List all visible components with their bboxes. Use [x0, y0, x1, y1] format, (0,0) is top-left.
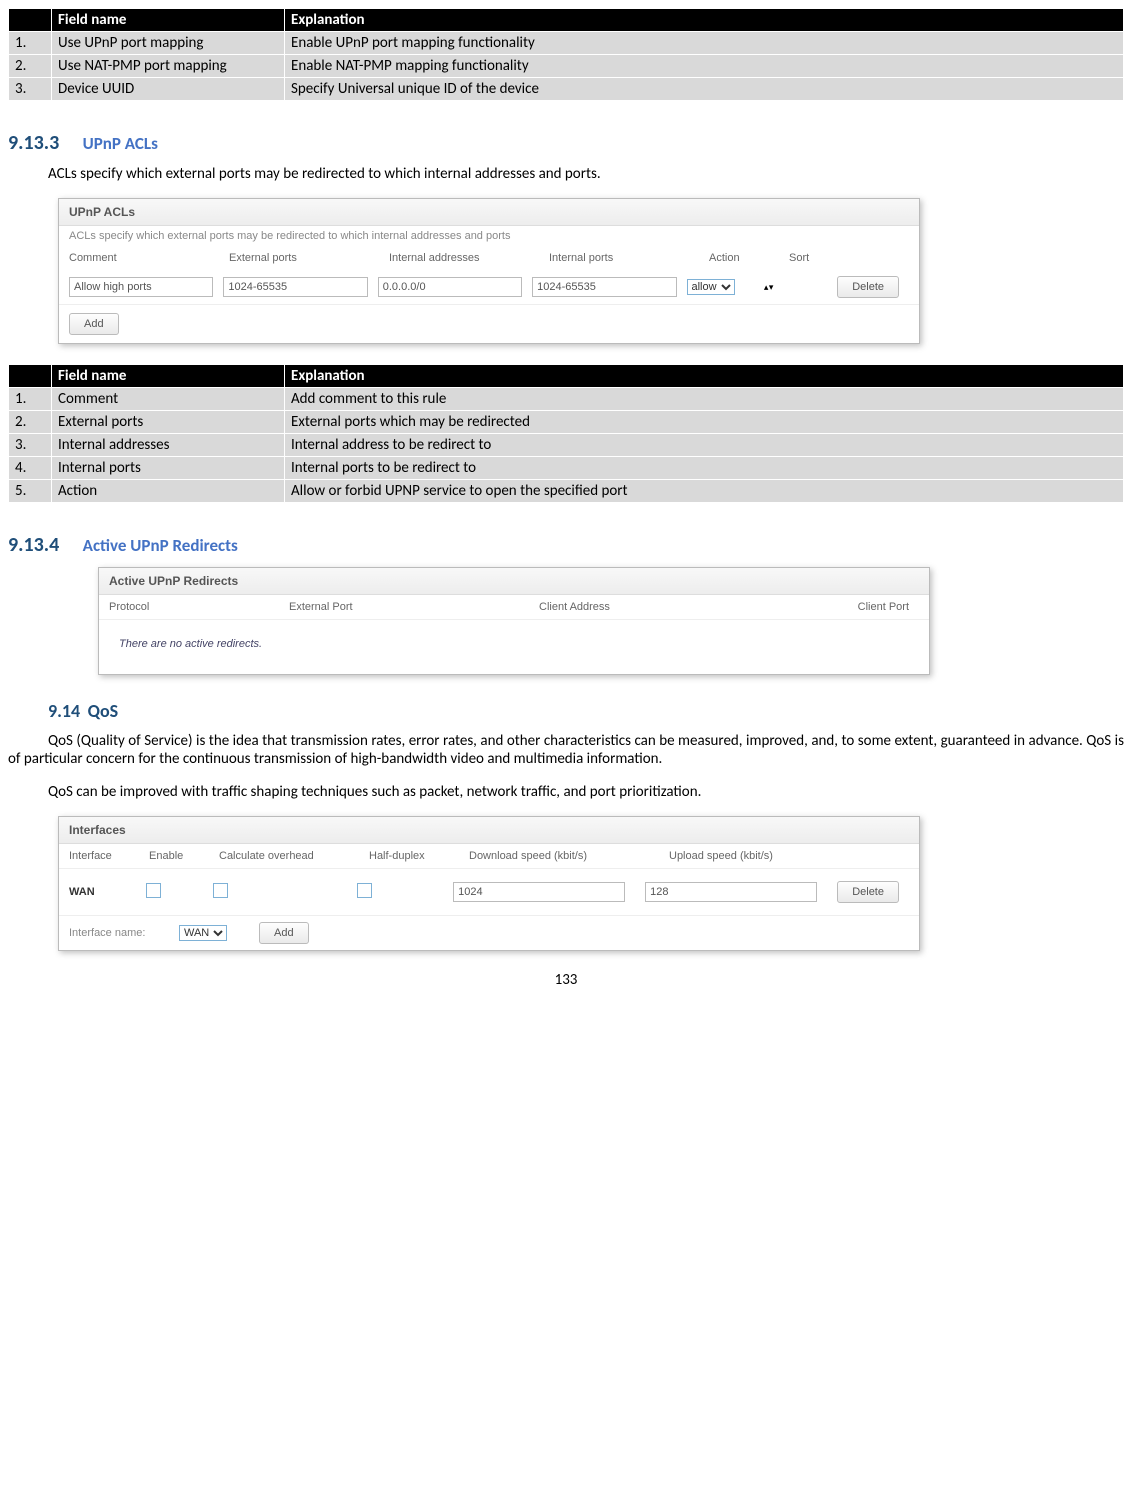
row-name: Device UUID	[52, 78, 285, 101]
panel-title: Interfaces	[59, 817, 919, 844]
overhead-checkbox[interactable]	[213, 883, 228, 898]
iface-name: WAN	[69, 886, 146, 898]
row-exp: Internal ports to be redirect to	[285, 457, 1124, 480]
col-dlspeed: Download speed (kbit/s)	[469, 850, 669, 862]
internal-addresses-input[interactable]	[378, 277, 522, 297]
add-button[interactable]: Add	[69, 313, 119, 335]
col-intaddr: Internal addresses	[389, 252, 549, 264]
section-title: QoS	[88, 700, 119, 722]
row-num: 4.	[9, 457, 52, 480]
upload-speed-input[interactable]	[645, 882, 817, 902]
row-name: Action	[52, 480, 285, 503]
col-halfduplex: Half-duplex	[369, 850, 469, 862]
col-extports: External ports	[229, 252, 389, 264]
section-title: Active UPnP Redirects	[83, 535, 238, 556]
table-row: 2. Use NAT-PMP port mapping Enable NAT-P…	[9, 55, 1124, 78]
col-clientport: Client Port	[809, 601, 919, 613]
sort-arrows-icon[interactable]: ▴ ▾	[764, 282, 773, 292]
table-row: 2. External ports External ports which m…	[9, 411, 1124, 434]
th-explanation: Explanation	[285, 365, 1124, 388]
col-intports: Internal ports	[549, 252, 709, 264]
delete-button[interactable]: Delete	[837, 881, 899, 903]
interfaces-panel: Interfaces Interface Enable Calculate ov…	[58, 816, 920, 951]
row-num: 5.	[9, 480, 52, 503]
row-name: External ports	[52, 411, 285, 434]
section-heading-major: 9.14 QoS	[48, 700, 1124, 722]
th-fieldname: Field name	[52, 9, 285, 32]
col-sort: Sort	[789, 252, 849, 264]
row-num: 1.	[9, 32, 52, 55]
section-heading: 9.13.3 UPnP ACLs	[8, 131, 1124, 155]
col-protocol: Protocol	[109, 601, 289, 613]
panel-title: UPnP ACLs	[59, 199, 919, 226]
row-exp: Allow or forbid UPNP service to open the…	[285, 480, 1124, 503]
row-num: 1.	[9, 388, 52, 411]
row-exp: Add comment to this rule	[285, 388, 1124, 411]
delete-button[interactable]: Delete	[837, 276, 899, 298]
upnp-acls-panel: UPnP ACLs ACLs specify which external po…	[58, 198, 920, 344]
external-ports-input[interactable]	[223, 277, 367, 297]
table-row: 5. Action Allow or forbid UPNP service t…	[9, 480, 1124, 503]
row-name: Use UPnP port mapping	[52, 32, 285, 55]
row-exp: Specify Universal unique ID of the devic…	[285, 78, 1124, 101]
row-name: Internal addresses	[52, 434, 285, 457]
col-interface: Interface	[69, 850, 149, 862]
row-exp: Enable UPnP port mapping functionality	[285, 32, 1124, 55]
download-speed-input[interactable]	[453, 882, 625, 902]
field-table-acls: Field name Explanation 1. Comment Add co…	[8, 364, 1124, 503]
th-num	[9, 9, 52, 32]
row-exp: Enable NAT-PMP mapping functionality	[285, 55, 1124, 78]
row-num: 2.	[9, 55, 52, 78]
internal-ports-input[interactable]	[532, 277, 676, 297]
col-extport: External Port	[289, 601, 539, 613]
row-num: 2.	[9, 411, 52, 434]
iface-name-label: Interface name:	[69, 927, 179, 939]
section-number: 9.13.4	[8, 533, 59, 557]
paragraph: ACLs specify which external ports may be…	[8, 165, 1124, 183]
add-button[interactable]: Add	[259, 922, 309, 944]
row-num: 3.	[9, 78, 52, 101]
row-name: Internal ports	[52, 457, 285, 480]
enable-checkbox[interactable]	[146, 883, 161, 898]
comment-input[interactable]	[69, 277, 213, 297]
th-num	[9, 365, 52, 388]
field-table-upnp: Field name Explanation 1. Use UPnP port …	[8, 8, 1124, 101]
panel-subtitle: ACLs specify which external ports may be…	[59, 226, 919, 246]
paragraph: QoS (Quality of Service) is the idea tha…	[8, 732, 1124, 768]
table-row: 3. Internal addresses Internal address t…	[9, 434, 1124, 457]
section-number: 9.14	[48, 700, 80, 722]
col-action: Action	[709, 252, 789, 264]
paragraph: QoS can be improved with traffic shaping…	[8, 783, 1124, 801]
page-number: 133	[8, 971, 1124, 989]
section-title: UPnP ACLs	[83, 133, 158, 154]
col-enable: Enable	[149, 850, 219, 862]
th-explanation: Explanation	[285, 9, 1124, 32]
row-name: Comment	[52, 388, 285, 411]
halfduplex-checkbox[interactable]	[357, 883, 372, 898]
row-exp: Internal address to be redirect to	[285, 434, 1124, 457]
table-row: 4. Internal ports Internal ports to be r…	[9, 457, 1124, 480]
col-clientaddr: Client Address	[539, 601, 809, 613]
table-row: 1. Use UPnP port mapping Enable UPnP por…	[9, 32, 1124, 55]
action-select[interactable]: allow	[687, 279, 735, 295]
iface-select[interactable]: WAN	[179, 925, 227, 941]
row-name: Use NAT-PMP port mapping	[52, 55, 285, 78]
col-overhead: Calculate overhead	[219, 850, 369, 862]
th-fieldname: Field name	[52, 365, 285, 388]
col-comment: Comment	[69, 252, 229, 264]
section-heading: 9.13.4 Active UPnP Redirects	[8, 533, 1124, 557]
row-num: 3.	[9, 434, 52, 457]
active-redirects-panel: Active UPnP Redirects Protocol External …	[98, 567, 930, 675]
col-ulspeed: Upload speed (kbit/s)	[669, 850, 869, 862]
panel-title: Active UPnP Redirects	[99, 568, 929, 595]
no-redirects-message: There are no active redirects.	[99, 620, 929, 674]
section-number: 9.13.3	[8, 131, 59, 155]
row-exp: External ports which may be redirected	[285, 411, 1124, 434]
table-row: 1. Comment Add comment to this rule	[9, 388, 1124, 411]
table-row: 3. Device UUID Specify Universal unique …	[9, 78, 1124, 101]
